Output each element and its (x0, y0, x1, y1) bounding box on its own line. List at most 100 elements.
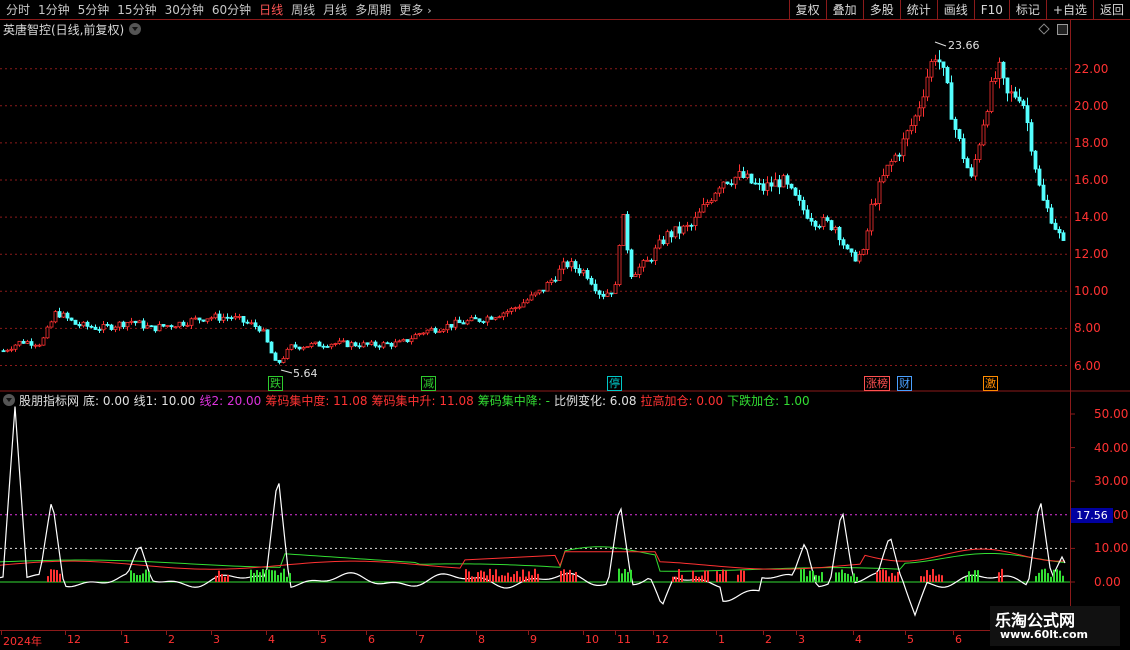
watermark: 乐淘公式网 www.60lt.com (990, 606, 1120, 646)
event-tag[interactable]: 激 (983, 376, 998, 391)
date-tick (615, 631, 616, 635)
price-tick-label: 6.00 (1074, 358, 1101, 373)
event-tag[interactable]: 跌 (268, 376, 283, 391)
grid-lines (0, 68, 1130, 583)
date-label: 2 (168, 633, 175, 646)
tool-button-0[interactable]: 复权 (788, 0, 826, 20)
period-tab-5[interactable]: 60分钟 (208, 0, 255, 20)
tool-button-7[interactable]: +自选 (1045, 0, 1093, 20)
date-label: 12 (67, 633, 81, 646)
date-tick (716, 631, 717, 635)
indicator-series (0, 406, 1066, 617)
date-label: 5 (907, 633, 914, 646)
date-tick (763, 631, 764, 635)
indicator-field-7: 拉高加仓: 0.00 (640, 393, 724, 408)
candlestick-series (1, 41, 1066, 374)
date-tick (853, 631, 854, 635)
date-label: 4 (855, 633, 862, 646)
date-tick (1, 631, 2, 635)
indicator-tick-label: 50.00 (1094, 407, 1129, 421)
indicator-tick-label: 30.00 (1094, 474, 1129, 489)
date-label: 2 (765, 633, 772, 646)
date-label: 4 (268, 633, 275, 646)
date-label: 6 (368, 633, 375, 646)
main-chart-title[interactable]: 英唐智控(日线,前复权) (3, 21, 142, 37)
tool-button-6[interactable]: 标记 (1008, 0, 1046, 20)
chevron-right-icon[interactable]: › (427, 4, 431, 17)
period-tab-10[interactable]: 更多 (395, 0, 427, 20)
period-tab-8[interactable]: 月线 (319, 0, 351, 20)
date-label: 5 (320, 633, 327, 646)
high-price-marker: 23.66 (948, 39, 980, 52)
date-tick (318, 631, 319, 635)
period-tab-3[interactable]: 15分钟 (113, 0, 160, 20)
date-tick (121, 631, 122, 635)
date-axis: 2024年 12 1 2 3 4 5 6 7 8 9 10 11 12 1 2 3 4 5 6 (0, 630, 1070, 650)
chevron-down-icon[interactable] (3, 394, 15, 406)
panel-icon[interactable] (1057, 24, 1068, 35)
period-tab-0[interactable]: 分时 (2, 0, 34, 20)
low-price-marker: 5.64 (293, 367, 318, 380)
date-label: 3 (213, 633, 220, 646)
period-tab-2[interactable]: 5分钟 (74, 0, 114, 20)
price-tick-label: 22.00 (1074, 61, 1109, 76)
date-label: 7 (418, 633, 425, 646)
date-tick (528, 631, 529, 635)
axis-separator (1070, 20, 1071, 630)
tool-button-4[interactable]: 画线 (936, 0, 974, 20)
date-tick (416, 631, 417, 635)
date-tick (476, 631, 477, 635)
event-tag[interactable]: 减 (421, 376, 436, 391)
tool-button-5[interactable]: F10 (973, 0, 1009, 20)
date-tick (65, 631, 66, 635)
event-tag[interactable]: 财 (897, 376, 912, 391)
period-tab-6[interactable]: 日线 (255, 0, 287, 20)
date-label: 10 (585, 633, 599, 646)
date-tick (166, 631, 167, 635)
date-tick (366, 631, 367, 635)
date-label: 8 (478, 633, 485, 646)
indicator-field-8: 下跌加仓: 1.00 (727, 393, 810, 408)
indicator-name[interactable]: 股朋指标网 (19, 392, 79, 409)
date-tick (905, 631, 906, 635)
date-tick (653, 631, 654, 635)
date-tick (796, 631, 797, 635)
date-label: 3 (798, 633, 805, 646)
price-tick-label: 18.00 (1074, 135, 1109, 150)
date-tick (953, 631, 954, 635)
date-label: 2024年 (3, 635, 42, 648)
date-tick (583, 631, 584, 635)
period-toolbar: 分时 1分钟 5分钟 15分钟 30分钟 60分钟 日线 周线 月线 多周期 更多 › 复权 叠加 多股统… (0, 0, 1130, 20)
tool-button-2[interactable]: 多股 (862, 0, 900, 20)
price-tick-label: 16.00 (1074, 173, 1109, 187)
tool-button-1[interactable]: 叠加 (825, 0, 863, 20)
indicator-tick-label: 0.00 (1094, 575, 1121, 589)
stock-title: 英唐智控(日线,前复权) (3, 22, 125, 37)
indicator-field-1: 线1: 10.00 (133, 393, 196, 408)
chart-canvas (0, 41, 1130, 617)
period-tab-1[interactable]: 1分钟 (34, 0, 74, 20)
period-tab-4[interactable]: 30分钟 (161, 0, 208, 20)
price-tick-label: 20.00 (1074, 98, 1109, 113)
chart-tools: 复权 叠加 多股 统计 画线 F10 标记 +自选 返回 (788, 0, 1130, 20)
period-tab-9[interactable]: 多周期 (351, 0, 395, 20)
date-label: 12 (655, 633, 669, 646)
current-value-badge: 17.56 (1071, 508, 1113, 523)
indicator-field-5: 筹码集中降: - (477, 393, 550, 408)
tool-button-8[interactable]: 返回 (1092, 0, 1130, 20)
event-tag[interactable]: 停 (607, 376, 622, 391)
event-tag[interactable]: 涨榜 (864, 376, 890, 391)
price-tick-label: 8.00 (1074, 321, 1101, 336)
chevron-down-icon[interactable] (129, 23, 142, 35)
indicator-fields: 底: 0.00 线1: 10.00 线2: 20.00 筹码集中度: 11.08 筹码集… (83, 392, 814, 409)
period-tab-7[interactable]: 周线 (287, 0, 319, 20)
indicator-field-4: 筹码集中升: 11.08 (371, 393, 474, 408)
date-tick (266, 631, 267, 635)
period-tabs: 分时 1分钟 5分钟 15分钟 30分钟 60分钟 日线 周线 月线 多周期 更多 › (2, 0, 432, 20)
price-tick-label: 12.00 (1074, 247, 1109, 262)
indicator-field-2: 线2: 20.00 (199, 393, 262, 408)
tool-button-3[interactable]: 统计 (899, 0, 937, 20)
date-label: 9 (530, 633, 537, 646)
indicator-tick-label: 40.00 (1094, 440, 1129, 455)
indicator-header: 股朋指标网 底: 0.00 线1: 10.00 线2: 20.00 筹码集中度: 11… (3, 392, 814, 408)
